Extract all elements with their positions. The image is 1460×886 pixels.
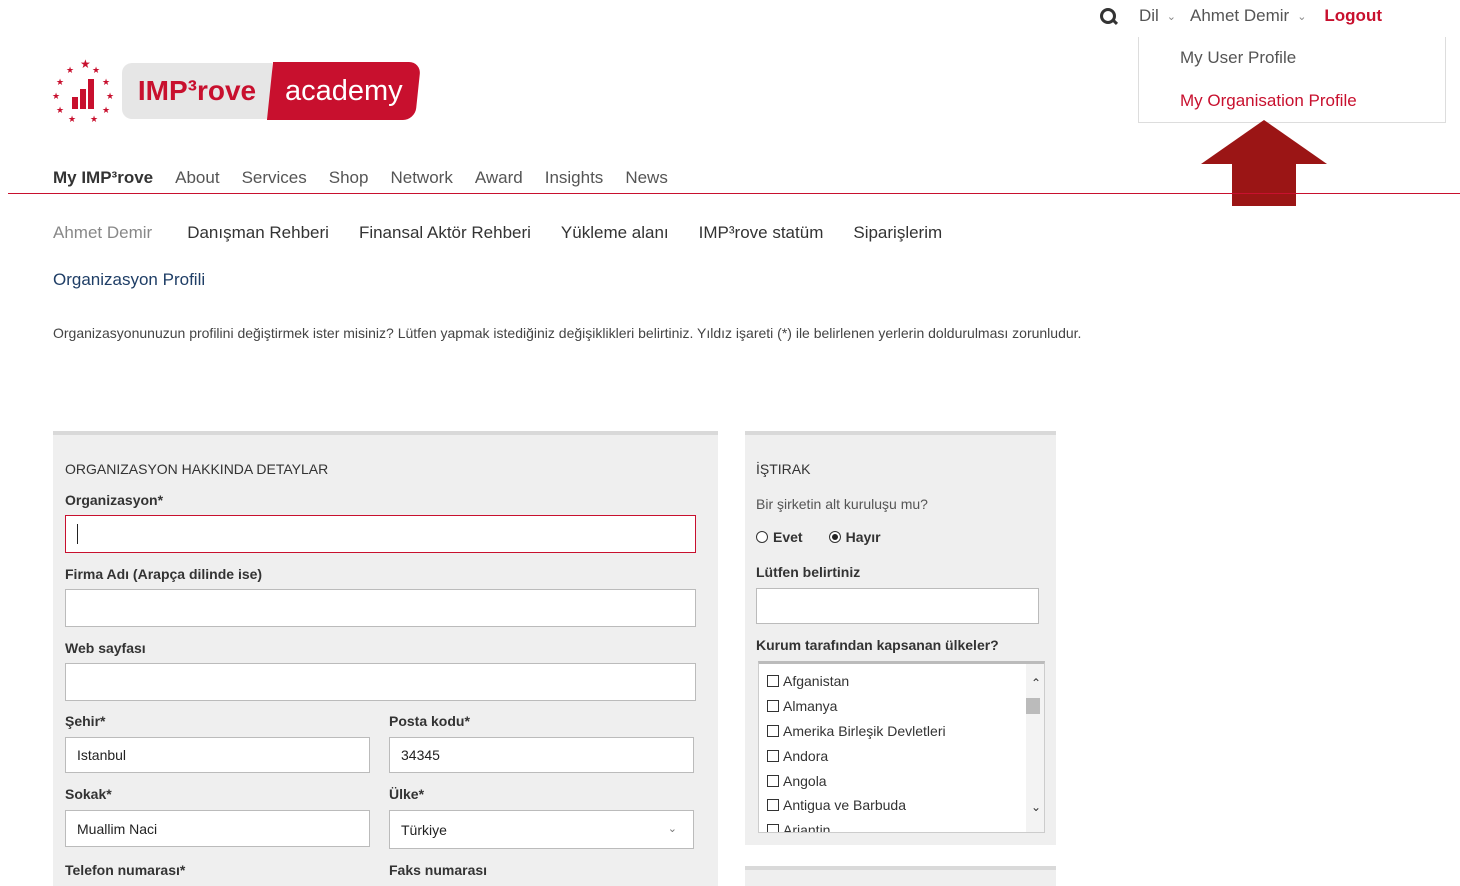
annotation-arrow-shaft <box>1232 163 1296 206</box>
radio-yes[interactable] <box>756 531 768 543</box>
radio-yes-label: Evet <box>773 529 803 545</box>
search-icon[interactable] <box>1099 7 1117 25</box>
country-option-label: Angola <box>783 773 827 789</box>
nav-services[interactable]: Services <box>242 168 307 188</box>
country-option[interactable]: Afganistan <box>767 673 849 689</box>
annotation-arrow-head <box>1201 120 1327 164</box>
checkbox[interactable] <box>767 700 779 712</box>
checkbox[interactable] <box>767 750 779 762</box>
country-option-label: Arjantin <box>783 822 831 833</box>
nav-network[interactable]: Network <box>390 168 452 188</box>
organization-input[interactable] <box>65 515 696 553</box>
subnav-consultant-directory[interactable]: Danışman Rehberi <box>187 223 329 243</box>
phone-label: Telefon numarası* <box>65 862 186 878</box>
street-input[interactable]: Muallim Naci <box>65 810 370 847</box>
postal-code-input[interactable]: 34345 <box>389 737 694 773</box>
checkbox[interactable] <box>767 775 779 787</box>
arabic-name-label: Firma Adı (Arapça dilinde ise) <box>65 566 263 582</box>
scrollbar-thumb[interactable] <box>1026 698 1040 714</box>
checkbox[interactable] <box>767 824 779 832</box>
subsidiary-question: Bir şirketin alt kuruluşu mu? <box>756 496 928 512</box>
countries-label: Kurum tarafından kapsanan ülkeler? <box>756 637 999 653</box>
sub-nav: Ahmet Demir Danışman Rehberi Finansal Ak… <box>53 223 972 243</box>
specify-input[interactable] <box>756 588 1039 624</box>
subnav-financial-actor-directory[interactable]: Finansal Aktör Rehberi <box>359 223 531 243</box>
chevron-up-icon[interactable]: ⌃ <box>1031 676 1041 690</box>
menu-item-organisation-profile[interactable]: My Organisation Profile <box>1180 91 1357 111</box>
country-label: Ülke* <box>389 786 425 802</box>
street-value: Muallim Naci <box>77 820 158 837</box>
nav-news[interactable]: News <box>625 168 668 188</box>
nav-divider <box>8 193 1460 194</box>
country-option-label: Amerika Birleşik Devletleri <box>783 723 946 739</box>
country-select[interactable]: Türkiye ⌄ <box>389 810 694 849</box>
chevron-down-icon[interactable]: ⌄ <box>1031 800 1041 814</box>
next-panel <box>745 866 1056 886</box>
intro-text: Organizasyonunuzun profilini değiştirmek… <box>53 325 1082 341</box>
subnav-improve-status[interactable]: IMP³rove statüm <box>699 223 824 243</box>
organization-label: Organizasyon* <box>65 492 164 508</box>
logo-suffix-text: academy <box>285 74 403 107</box>
page-title[interactable]: Organizasyon Profili <box>53 270 205 290</box>
country-option[interactable]: Almanya <box>767 698 837 714</box>
language-label: Dil <box>1138 6 1159 25</box>
specify-label: Lütfen belirtiniz <box>756 564 861 580</box>
country-option[interactable]: Andora <box>767 748 828 764</box>
nav-insights[interactable]: Insights <box>545 168 604 188</box>
country-option-label: Antigua ve Barbuda <box>783 797 906 813</box>
checkbox[interactable] <box>767 725 779 737</box>
country-option[interactable]: Arjantin <box>767 822 831 833</box>
chevron-down-icon: ⌄ <box>1166 10 1176 23</box>
main-nav: My IMP³rove About Services Shop Network … <box>53 168 690 188</box>
country-option-label: Almanya <box>783 698 838 714</box>
language-selector[interactable]: Dil ⌄ <box>1139 6 1176 26</box>
city-input[interactable]: Istanbul <box>65 737 370 773</box>
city-label: Şehir* <box>65 713 106 729</box>
org-details-title: ORGANIZASYON HAKKINDA DETAYLAR <box>65 461 329 477</box>
postal-code-value: 34345 <box>401 747 440 763</box>
user-menu-toggle[interactable]: Ahmet Demir ⌄ <box>1190 6 1306 26</box>
nav-my-improve[interactable]: My IMP³rove <box>53 168 153 188</box>
country-option[interactable]: Amerika Birleşik Devletleri <box>767 723 946 739</box>
fax-label: Faks numarası <box>389 862 488 878</box>
top-utility-bar: Dil ⌄ Ahmet Demir ⌄ Logout <box>1099 6 1382 26</box>
nav-award[interactable]: Award <box>475 168 523 188</box>
logo-stars-icon: ★ ★ ★ ★ ★ ★ ★ ★ ★ ★ ★ <box>52 57 115 124</box>
checkbox[interactable] <box>767 675 779 687</box>
logout-link[interactable]: Logout <box>1324 6 1382 26</box>
chevron-down-icon: ⌄ <box>1297 10 1307 23</box>
subnav-my-orders[interactable]: Siparişlerim <box>853 223 942 243</box>
nav-shop[interactable]: Shop <box>329 168 369 188</box>
user-dropdown-menu: My User Profile My Organisation Profile <box>1138 37 1446 123</box>
subnav-upload-area[interactable]: Yükleme alanı <box>561 223 669 243</box>
subnav-user-name[interactable]: Ahmet Demir <box>53 223 152 243</box>
country-option-label: Andora <box>783 748 829 764</box>
postal-code-label: Posta kodu* <box>389 713 470 729</box>
user-name: Ahmet Demir <box>1190 6 1290 25</box>
radio-no-label: Hayır <box>845 529 881 545</box>
text-cursor <box>77 524 78 544</box>
radio-no[interactable] <box>828 531 841 543</box>
arabic-name-input[interactable] <box>65 589 696 627</box>
city-value: Istanbul <box>77 747 127 763</box>
affiliation-title: İŞTIRAK <box>756 461 811 477</box>
street-label: Sokak* <box>65 786 112 802</box>
website-label: Web sayfası <box>65 640 146 656</box>
countries-listbox[interactable]: Afganistan Almanya Amerika Birleşik Devl… <box>758 661 1045 833</box>
country-value: Türkiye <box>401 821 447 838</box>
site-logo[interactable]: ★ ★ ★ ★ ★ ★ ★ ★ ★ ★ ★ IMP³rove academy <box>52 57 422 124</box>
logo-brand-word: IMP³rove <box>122 63 272 119</box>
chevron-down-icon: ⌄ <box>667 823 677 835</box>
website-input[interactable] <box>65 663 696 701</box>
country-option[interactable]: Antigua ve Barbuda <box>767 797 906 813</box>
checkbox[interactable] <box>767 799 779 811</box>
country-option-label: Afganistan <box>783 673 850 689</box>
nav-about[interactable]: About <box>175 168 219 188</box>
logo-brand-suffix: academy <box>266 62 422 120</box>
country-option[interactable]: Angola <box>767 773 827 789</box>
menu-item-user-profile[interactable]: My User Profile <box>1180 48 1296 68</box>
subsidiary-radio-group: Evet Hayır <box>756 529 881 545</box>
